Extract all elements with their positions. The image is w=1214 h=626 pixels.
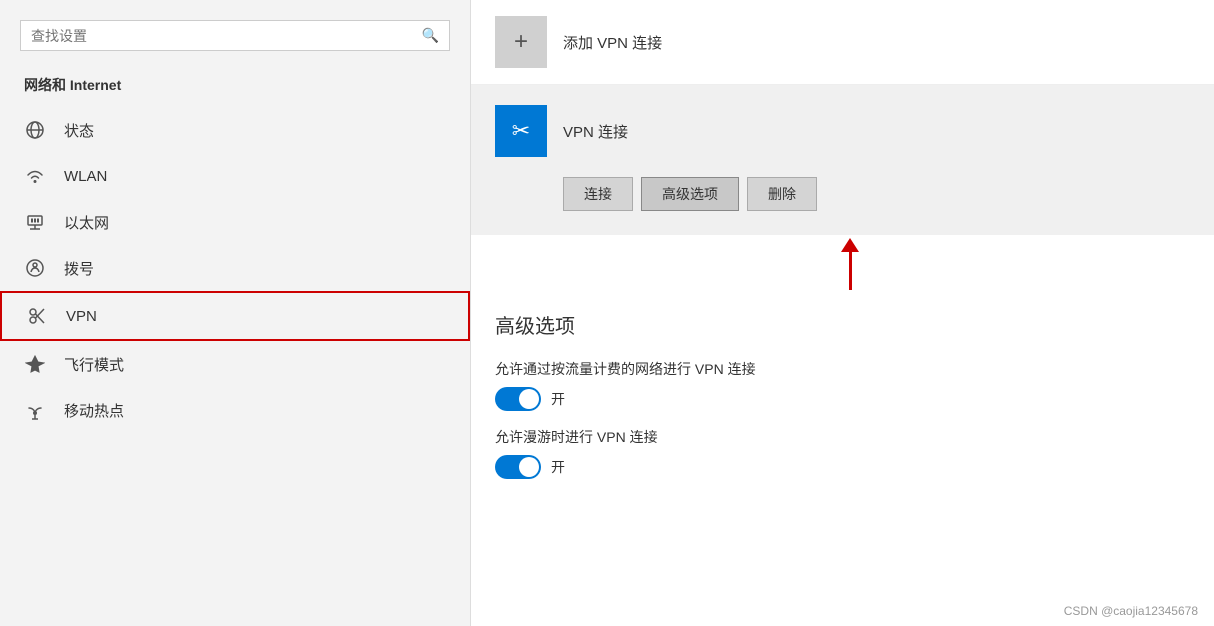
status-label: 状态 bbox=[64, 120, 94, 141]
sidebar-item-dialup[interactable]: 拨号 bbox=[0, 245, 470, 291]
hotspot-label: 移动热点 bbox=[64, 400, 124, 421]
option2-row: 允许漫游时进行 VPN 连接 开 bbox=[495, 427, 1190, 479]
hotspot-icon bbox=[24, 399, 46, 421]
vpn-scissors-icon: ✂ bbox=[512, 118, 530, 144]
advanced-button[interactable]: 高级选项 bbox=[641, 177, 739, 211]
sidebar-item-wlan[interactable]: WLAN bbox=[0, 153, 470, 199]
arrow-annotation bbox=[471, 235, 1214, 290]
option1-row: 允许通过按流量计费的网络进行 VPN 连接 开 bbox=[495, 359, 1190, 411]
vpn-connection-section: ✂ VPN 连接 连接 高级选项 删除 bbox=[471, 85, 1214, 235]
delete-button[interactable]: 删除 bbox=[747, 177, 817, 211]
sidebar-item-airplane[interactable]: 飞行模式 bbox=[0, 341, 470, 387]
wifi-icon bbox=[24, 165, 46, 187]
option1-label: 允许通过按流量计费的网络进行 VPN 连接 bbox=[495, 359, 1190, 379]
main-content: + 添加 VPN 连接 ✂ VPN 连接 连接 高级选项 删除 高级选项 允许通… bbox=[471, 0, 1214, 626]
vpn-nav-icon bbox=[26, 305, 48, 327]
sidebar: 🔍 网络和 Internet 状态 WLAN bbox=[0, 0, 470, 626]
airplane-icon bbox=[24, 353, 46, 375]
vpn-label: VPN bbox=[66, 308, 97, 325]
toggle1-label: 开 bbox=[551, 389, 565, 409]
connect-button[interactable]: 连接 bbox=[563, 177, 633, 211]
advanced-section: 高级选项 允许通过按流量计费的网络进行 VPN 连接 开 允许漫游时进行 VPN… bbox=[471, 290, 1214, 515]
add-vpn-button[interactable]: + bbox=[495, 16, 547, 68]
globe-icon bbox=[24, 119, 46, 141]
ethernet-label: 以太网 bbox=[64, 212, 109, 233]
search-icon: 🔍 bbox=[422, 27, 439, 44]
toggle2-label: 开 bbox=[551, 457, 565, 477]
vpn-buttons: 连接 高级选项 删除 bbox=[495, 165, 1190, 223]
ethernet-icon bbox=[24, 211, 46, 233]
sidebar-item-status[interactable]: 状态 bbox=[0, 107, 470, 153]
option2-label: 允许漫游时进行 VPN 连接 bbox=[495, 427, 1190, 447]
section-title: 网络和 Internet bbox=[0, 71, 470, 107]
toggle1-row: 开 bbox=[495, 387, 1190, 411]
add-vpn-section: + 添加 VPN 连接 bbox=[471, 0, 1214, 85]
search-input[interactable] bbox=[31, 28, 414, 44]
sidebar-item-ethernet[interactable]: 以太网 bbox=[0, 199, 470, 245]
toggle1[interactable] bbox=[495, 387, 541, 411]
vpn-connection-name: VPN 连接 bbox=[563, 121, 628, 142]
sidebar-item-vpn[interactable]: VPN bbox=[0, 291, 470, 341]
watermark: CSDN @caojia12345678 bbox=[1064, 604, 1198, 618]
dialup-icon bbox=[24, 257, 46, 279]
airplane-label: 飞行模式 bbox=[64, 354, 124, 375]
add-vpn-label: 添加 VPN 连接 bbox=[563, 32, 662, 53]
advanced-title: 高级选项 bbox=[495, 310, 1190, 339]
vpn-icon-box: ✂ bbox=[495, 105, 547, 157]
search-box[interactable]: 🔍 bbox=[20, 20, 450, 51]
toggle2[interactable] bbox=[495, 455, 541, 479]
vpn-connection-header: ✂ VPN 连接 bbox=[495, 97, 1190, 165]
toggle2-row: 开 bbox=[495, 455, 1190, 479]
dialup-label: 拨号 bbox=[64, 258, 94, 279]
red-arrow bbox=[841, 238, 859, 290]
wlan-label: WLAN bbox=[64, 168, 107, 185]
sidebar-item-hotspot[interactable]: 移动热点 bbox=[0, 387, 470, 433]
